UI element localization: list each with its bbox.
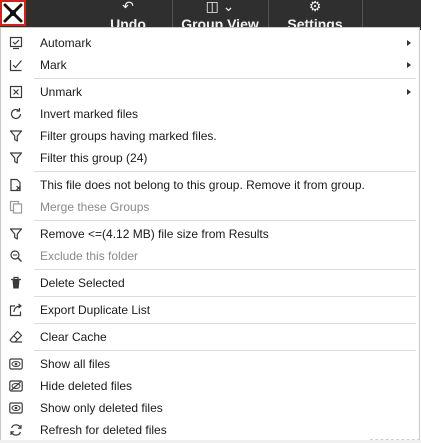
app-icon[interactable] [0, 0, 26, 26]
eraser-icon [8, 329, 24, 345]
menu-item-label: Refresh for deleted files [40, 423, 167, 437]
toolbar-divider [172, 0, 173, 30]
menu-item-refresh-deleted[interactable]: Refresh for deleted files [3, 420, 417, 440]
menu-item-label: Hide deleted files [40, 379, 133, 393]
filter-icon [8, 226, 24, 242]
menu-item-label: Filter this group (24) [40, 151, 148, 165]
gear-icon: ⚙ [308, 0, 322, 14]
refresh-icon [8, 106, 24, 122]
x-box-icon [8, 84, 24, 100]
menu-item-label: This file does not belong to this group.… [40, 178, 365, 192]
menu-separator [34, 171, 416, 172]
menu-item-hide-deleted-files[interactable]: Hide deleted files [3, 376, 417, 396]
menu-item-label: Remove <=(4.12 MB) file size from Result… [40, 227, 269, 241]
menu-item-remove-from-group[interactable]: This file does not belong to this group.… [3, 175, 417, 195]
submenu-arrow-icon [407, 40, 411, 46]
toolbar-divider [268, 0, 269, 30]
menu-item-label: Unmark [40, 85, 83, 99]
menu-item-invert-marked[interactable]: Invert marked files [3, 104, 417, 124]
menu-item-label: Filter groups having marked files. [40, 129, 217, 143]
app-logo-icon [3, 3, 23, 23]
menu-item-filter-this-group[interactable]: Filter this group (24) [3, 148, 417, 168]
menu-item-label: Mark [40, 58, 67, 72]
menu-item-label: Merge these Groups [40, 200, 150, 214]
search-icon [8, 248, 24, 264]
menu-item-mark[interactable]: Mark [3, 55, 417, 75]
menu-item-exclude-folder[interactable]: Exclude this folder [3, 246, 417, 266]
menu-separator [34, 269, 416, 270]
menu-item-delete-selected[interactable]: Delete Selected [3, 273, 417, 293]
eye-icon [8, 400, 24, 416]
trash-icon [8, 275, 24, 291]
menu-item-automark[interactable]: Automark [3, 33, 417, 53]
submenu-arrow-icon [407, 62, 411, 68]
menu-item-label: Exclude this folder [40, 249, 139, 263]
menu-item-label: Export Duplicate List [40, 303, 151, 317]
menu-separator [34, 296, 416, 297]
group-view-button[interactable]: ◫ ⌄ Group View [174, 0, 266, 30]
menu-item-unmark[interactable]: Unmark [3, 82, 417, 102]
settings-button[interactable]: ⚙ Settings [270, 0, 360, 30]
export-icon [8, 302, 24, 318]
merge-icon [8, 199, 24, 215]
menu-item-label: Clear Cache [40, 330, 107, 344]
menu-separator [34, 323, 416, 324]
toolbar-divider [362, 0, 363, 30]
submenu-arrow-icon [407, 89, 411, 95]
resize-edge [370, 439, 420, 442]
menu-item-label: Show only deleted files [40, 401, 163, 415]
checkmark-box-icon [8, 57, 24, 73]
undo-button[interactable]: ↶ Undo [88, 0, 168, 30]
file-remove-icon [8, 177, 24, 193]
eye-off-icon [8, 378, 24, 394]
menu-item-label: Delete Selected [40, 276, 125, 290]
group-view-icon: ◫ ⌄ [205, 0, 235, 14]
menu-item-label: Invert marked files [40, 107, 139, 121]
filter-icon [8, 150, 24, 166]
menu-item-show-only-deleted[interactable]: Show only deleted files [3, 398, 417, 418]
menu-item-clear-cache[interactable]: Clear Cache [3, 327, 417, 347]
menu-item-label: Automark [40, 36, 92, 50]
menu-separator [34, 78, 416, 79]
menu-item-label: Show all files [40, 357, 111, 371]
toolbar: ↶ Undo ◫ ⌄ Group View ⚙ Settings [0, 0, 421, 30]
undo-icon: ↶ [122, 0, 134, 14]
refresh-icon [8, 422, 24, 438]
eye-icon [8, 356, 24, 372]
menu-item-export-list[interactable]: Export Duplicate List [3, 300, 417, 320]
menu-item-merge-groups[interactable]: Merge these Groups [3, 197, 417, 217]
menu-item-remove-by-size[interactable]: Remove <=(4.12 MB) file size from Result… [3, 224, 417, 244]
menu-item-show-all-files[interactable]: Show all files [3, 354, 417, 374]
menu-separator [34, 220, 416, 221]
filter-icon [8, 128, 24, 144]
menu-item-filter-groups-marked[interactable]: Filter groups having marked files. [3, 126, 417, 146]
context-menu: Automark Mark Unmark Invert marked files… [0, 27, 420, 442]
menu-separator [34, 350, 416, 351]
checkbox-icon [8, 35, 24, 51]
